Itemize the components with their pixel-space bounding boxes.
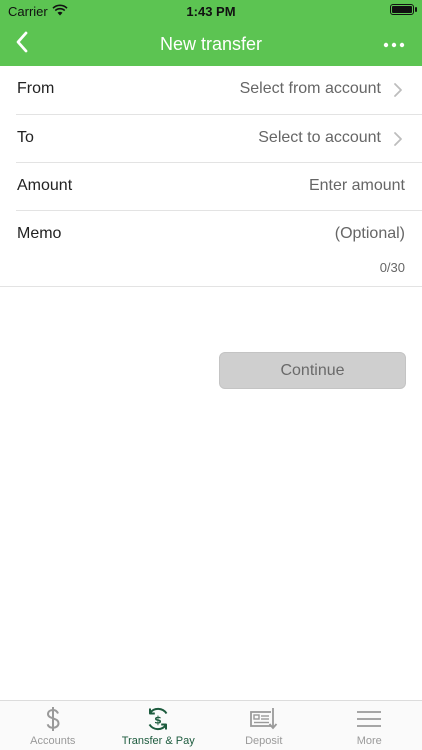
deposit-check-icon xyxy=(249,705,279,733)
transfer-form: From Select from account To Select to ac… xyxy=(0,66,422,287)
tab-bar: Accounts $ Transfer & Pay Deposit More xyxy=(0,700,422,750)
chevron-right-icon xyxy=(392,82,404,98)
memo-character-counter: 0/30 xyxy=(379,260,405,275)
memo-input[interactable]: (Optional) xyxy=(335,225,405,243)
to-account-row[interactable]: To Select to account xyxy=(16,115,422,163)
chevron-right-icon xyxy=(392,131,404,147)
tab-transfer-pay[interactable]: $ Transfer & Pay xyxy=(106,701,212,750)
amount-label: Amount xyxy=(17,177,73,194)
dollar-icon xyxy=(38,705,68,733)
status-bar: Carrier 1:43 PM xyxy=(0,0,422,22)
tab-transfer-pay-label: Transfer & Pay xyxy=(121,735,195,747)
tab-deposit-label: Deposit xyxy=(245,735,283,747)
menu-icon xyxy=(354,705,384,733)
amount-input[interactable]: Enter amount xyxy=(309,177,405,195)
continue-button[interactable]: Continue xyxy=(219,352,406,389)
navigation-bar: New transfer xyxy=(0,22,422,66)
from-label: From xyxy=(17,80,55,97)
status-time: 1:43 PM xyxy=(186,4,236,19)
memo-row: Memo (Optional) 0/30 xyxy=(0,211,422,287)
tab-more[interactable]: More xyxy=(317,701,422,750)
tab-accounts-label: Accounts xyxy=(30,735,76,747)
page-title: New transfer xyxy=(159,34,263,54)
ellipsis-icon xyxy=(383,35,405,53)
from-account-select[interactable]: Select from account xyxy=(240,80,381,98)
top-bar: Carrier 1:43 PM New transfer xyxy=(0,0,422,66)
amount-row: Amount Enter amount xyxy=(16,163,422,211)
more-options-button[interactable] xyxy=(380,32,408,56)
svg-text:$: $ xyxy=(154,714,162,727)
from-account-row[interactable]: From Select from account xyxy=(16,66,422,115)
tab-accounts[interactable]: Accounts xyxy=(0,701,106,750)
battery-icon xyxy=(390,4,417,15)
tab-more-label: More xyxy=(356,735,382,747)
tab-deposit[interactable]: Deposit xyxy=(211,701,317,750)
transfer-pay-icon: $ xyxy=(143,705,173,733)
to-account-select[interactable]: Select to account xyxy=(258,129,381,147)
to-label: To xyxy=(17,129,34,146)
memo-label: Memo xyxy=(17,225,62,242)
